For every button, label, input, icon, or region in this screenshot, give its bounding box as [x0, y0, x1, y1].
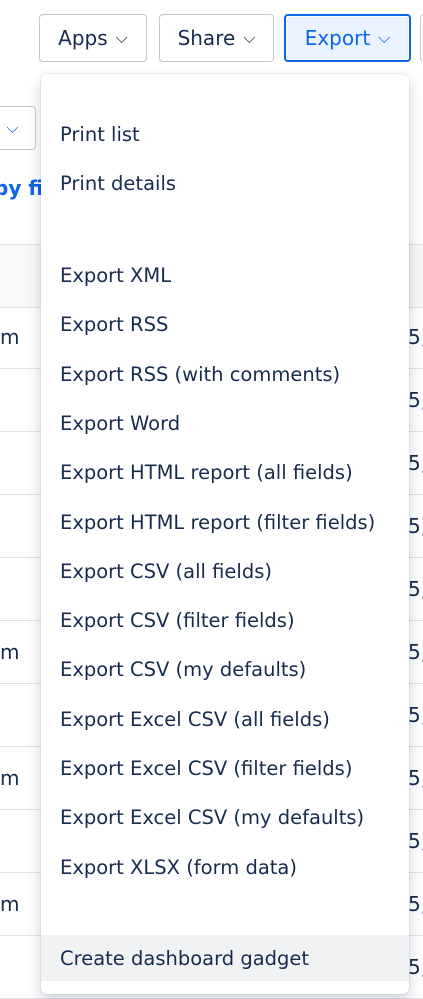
- export-button[interactable]: Export ⌵: [284, 14, 411, 62]
- chevron-down-icon: ⌵: [115, 28, 128, 47]
- row-cell-right: 5,: [408, 766, 423, 790]
- row-cell-right: 5,: [408, 892, 423, 916]
- row-cell-right: 5,: [408, 955, 423, 979]
- row-cell-right: 5,: [408, 388, 423, 412]
- menu-item-create-dashboard-gadget[interactable]: Create dashboard gadget: [41, 935, 409, 981]
- apps-button-label: Apps: [58, 26, 108, 50]
- menu-item-export-excel-csv-my-defaults[interactable]: Export Excel CSV (my defaults): [41, 794, 409, 840]
- export-menu: Print list Print details Export XML Export …: [41, 74, 409, 994]
- row-cell-left: m: [0, 325, 20, 349]
- row-cell-left: m: [0, 892, 20, 916]
- chevron-down-icon: ⌵: [6, 118, 19, 137]
- menu-item-export-csv-filter-fields[interactable]: Export CSV (filter fields): [41, 597, 409, 643]
- filter-select[interactable]: ⌵: [0, 106, 36, 150]
- row-cell-right: 5,: [408, 325, 423, 349]
- menu-item-export-excel-csv-all-fields[interactable]: Export Excel CSV (all fields): [41, 696, 409, 742]
- row-cell-right: 5,: [408, 829, 423, 853]
- menu-item-export-csv-all-fields[interactable]: Export CSV (all fields): [41, 548, 409, 594]
- row-cell-left: m: [0, 640, 20, 664]
- row-cell-left: m: [0, 766, 20, 790]
- row-cell-right: 5,: [408, 703, 423, 727]
- share-button[interactable]: Share ⌵: [159, 14, 274, 62]
- row-cell-right: 5,: [408, 640, 423, 664]
- menu-item-export-xlsx-form-data[interactable]: Export XLSX (form data): [41, 844, 409, 890]
- menu-item-export-xml[interactable]: Export XML: [41, 252, 409, 298]
- chevron-down-icon: ⌵: [378, 28, 391, 47]
- apps-button[interactable]: Apps ⌵: [39, 14, 147, 62]
- row-cell-right: 5,: [408, 577, 423, 601]
- export-button-label: Export: [304, 26, 371, 50]
- menu-item-export-html-report-filter-fields[interactable]: Export HTML report (filter fields): [41, 499, 409, 545]
- menu-item-export-excel-csv-filter-fields[interactable]: Export Excel CSV (filter fields): [41, 745, 409, 791]
- menu-item-export-word[interactable]: Export Word: [41, 400, 409, 446]
- menu-item-export-rss[interactable]: Export RSS: [41, 301, 409, 347]
- menu-item-export-csv-my-defaults[interactable]: Export CSV (my defaults): [41, 646, 409, 692]
- menu-item-export-html-report-all-fields[interactable]: Export HTML report (all fields): [41, 449, 409, 495]
- row-cell-right: 5,: [408, 514, 423, 538]
- menu-item-print-details[interactable]: Print details: [41, 160, 409, 206]
- chevron-down-icon: ⌵: [243, 28, 256, 47]
- menu-item-print-list[interactable]: Print list: [41, 111, 409, 157]
- menu-item-export-rss-with-comments[interactable]: Export RSS (with comments): [41, 351, 409, 397]
- share-button-label: Share: [177, 26, 236, 50]
- row-cell-right: 5,: [408, 451, 423, 475]
- toolbar: Apps ⌵ Share ⌵ Export ⌵: [0, 0, 423, 70]
